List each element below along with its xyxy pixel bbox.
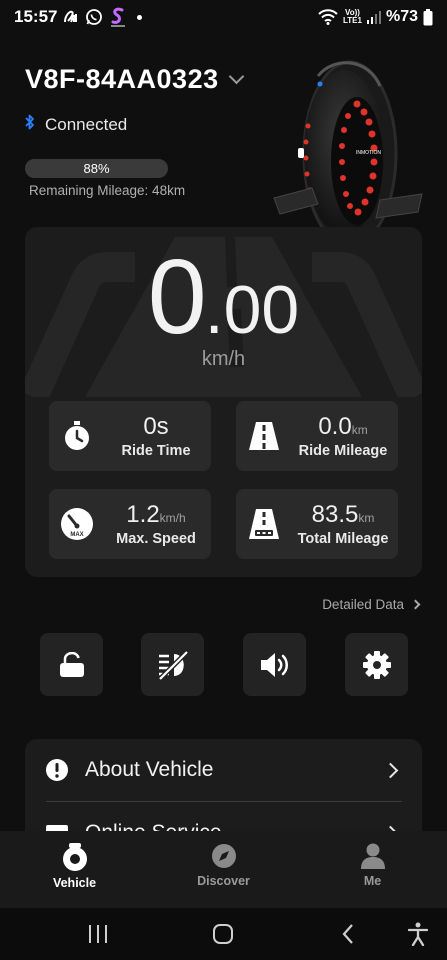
speed-integer: 0 (147, 238, 207, 356)
detailed-data-link[interactable]: Detailed Data (322, 597, 421, 612)
notification-dot (137, 14, 143, 20)
chevron-right-icon (382, 762, 399, 778)
nav-discover[interactable]: Discover (149, 831, 298, 908)
app-notification-icon (62, 9, 80, 25)
speaker-icon (260, 652, 288, 677)
chevron-right-icon (410, 599, 421, 610)
sport-app-icon (108, 6, 128, 28)
nav-discover-label: Discover (197, 874, 250, 888)
recents-button[interactable] (78, 918, 118, 950)
status-time: 15:57 (14, 7, 58, 26)
signal-icon (366, 10, 381, 24)
stat-ride-mileage: 0.0km Ride Mileage (236, 401, 398, 471)
stat-total-mileage: 83.5km Total Mileage (236, 489, 398, 559)
back-icon (342, 924, 353, 944)
device-selector[interactable]: V8F-84AA0323 (25, 64, 244, 95)
max-speed-unit: km/h (159, 511, 186, 525)
speed-decimal: .00 (204, 272, 300, 348)
bottom-nav: Vehicle Discover Me (0, 831, 447, 908)
speedometer-icon: MAX (49, 507, 105, 541)
system-nav-bar (0, 908, 447, 960)
headlight-off-icon (157, 649, 189, 680)
lock-button[interactable] (40, 633, 103, 696)
ride-mileage-label: Ride Mileage (298, 443, 388, 459)
ride-time-value: 0s (143, 413, 169, 440)
speed-readout: 0.00 (25, 237, 422, 358)
whatsapp-icon (85, 8, 103, 26)
device-name: V8F-84AA0323 (25, 64, 219, 94)
device-header[interactable]: V8F-84AA0323 (25, 64, 244, 95)
brand-logo-text: INMOTION (356, 150, 381, 156)
home-icon (213, 924, 233, 944)
person-icon (360, 843, 385, 869)
speed-unit: km/h (201, 348, 246, 370)
stat-ride-time: 0s Ride Time (49, 401, 211, 471)
total-mileage-unit: km (358, 511, 375, 525)
remaining-mileage: Remaining Mileage: 48km (29, 183, 186, 198)
gear-icon (362, 650, 391, 679)
vehicle-icon (62, 843, 87, 871)
home-button[interactable] (203, 918, 243, 950)
stat-max-speed: MAX 1.2km/h Max. Speed (49, 489, 211, 559)
about-vehicle-label: About Vehicle (85, 758, 214, 781)
lte-text: LTE1 (343, 16, 362, 25)
nav-vehicle[interactable]: Vehicle (0, 831, 149, 908)
settings-button[interactable] (345, 633, 408, 696)
nav-vehicle-label: Vehicle (52, 876, 97, 890)
nav-me-label: Me (363, 874, 382, 888)
wifi-icon (318, 9, 338, 25)
battery-percent-status: %73 (385, 8, 418, 25)
battery-icon (423, 8, 433, 26)
detailed-data-label: Detailed Data (322, 597, 404, 612)
connection-label: Connected (45, 114, 128, 134)
ride-mileage-value: 0.0 (318, 413, 352, 440)
headlight-button[interactable] (141, 633, 204, 696)
accessibility-icon (408, 922, 428, 946)
max-badge: MAX (70, 532, 83, 538)
total-mileage-label: Total Mileage (297, 531, 389, 547)
chevron-down-icon (228, 68, 244, 85)
ride-time-label: Ride Time (121, 443, 191, 459)
sound-button[interactable] (243, 633, 306, 696)
volte-lte-icon: Vo)) LTE1 (343, 9, 362, 25)
road-icon (236, 421, 292, 451)
back-button[interactable] (328, 918, 368, 950)
total-mileage-value: 83.5 (311, 501, 359, 528)
unicycle-image: INMOTION (273, 60, 423, 248)
stopwatch-icon (49, 420, 105, 452)
compass-icon (211, 844, 236, 868)
accessibility-button[interactable] (398, 918, 438, 950)
status-bar: 15:57 Vo)) LTE1 %73 (0, 0, 447, 34)
info-alert-icon (46, 759, 68, 781)
max-speed-value: 1.2 (126, 501, 160, 528)
nav-me[interactable]: Me (298, 831, 447, 908)
ride-mileage-unit: km (351, 423, 368, 437)
speed-card: 0.00 km/h 0s Ride Time 0.0km Ride Mileag… (25, 227, 422, 577)
road-odometer-icon (236, 508, 292, 540)
max-speed-label: Max. Speed (116, 531, 196, 547)
battery-bar: 88% (25, 159, 168, 178)
about-vehicle-item[interactable]: About Vehicle (25, 739, 422, 801)
connection-status: Connected (25, 114, 127, 135)
recents-icon (89, 925, 107, 943)
unlock-icon (59, 651, 84, 677)
battery-label: 88% (83, 161, 110, 176)
bluetooth-icon (25, 114, 35, 135)
